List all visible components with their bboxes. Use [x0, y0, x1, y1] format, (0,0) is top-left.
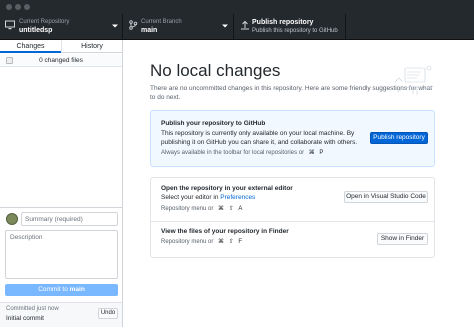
sidebar-tabs: Changes History	[0, 40, 122, 53]
monitor-icon	[5, 20, 15, 30]
finder-hint-text: Repository menu or	[161, 239, 214, 245]
app-window: Current Repository untitledsp Current Br…	[0, 0, 474, 327]
last-commit-message: Initial commit	[6, 315, 44, 322]
finder-card-title: View the files of your repository in Fin…	[161, 228, 289, 235]
shift-key-icon: ⇧	[228, 206, 234, 212]
editor-card-title: Open the repository in your external edi…	[161, 185, 293, 192]
changed-files-header: 0 changed files	[0, 54, 122, 67]
commit-button[interactable]: Commit to main	[5, 284, 118, 296]
commit-button-branch: main	[69, 286, 85, 293]
changed-files-count: 0 changed files	[39, 57, 83, 64]
current-repository-selector[interactable]: Current Repository untitledsp	[0, 14, 123, 40]
editor-hint-text: Repository menu or	[161, 206, 214, 212]
tab-history[interactable]: History	[61, 40, 122, 53]
branch-icon	[129, 20, 138, 30]
editor-card-text-prefix: Select your editor in	[161, 194, 219, 201]
commit-button-prefix: Commit to	[38, 286, 68, 293]
toolbar: Current Repository untitledsp Current Br…	[0, 14, 474, 40]
publish-card: Publish your repository to GitHub This r…	[150, 110, 435, 167]
suggestions-card: Open the repository in your external edi…	[150, 177, 435, 258]
a-key: A	[238, 206, 243, 212]
f-key: F	[238, 239, 243, 245]
undo-button[interactable]: Undo	[98, 308, 118, 319]
avatar	[6, 213, 18, 225]
finder-card-hint: Repository menu or ⌘ ⇧ F	[161, 238, 242, 245]
last-commit-panel: Committed just now Initial commit Undo	[0, 302, 122, 327]
card-divider	[151, 221, 434, 222]
repository-name: untitledsp	[19, 27, 53, 34]
publish-label: Publish repository	[252, 19, 314, 26]
publish-card-text: This repository is currently only availa…	[161, 130, 358, 146]
tab-changes[interactable]: Changes	[0, 40, 61, 53]
branch-label: Current Branch	[141, 19, 182, 25]
chevron-down-icon	[112, 24, 118, 28]
current-branch-selector[interactable]: Current Branch main	[123, 14, 234, 40]
show-in-finder-button[interactable]: Show in Finder	[377, 233, 428, 245]
sidebar: Changes History 0 changed files Summary …	[0, 40, 123, 327]
summary-input[interactable]: Summary (required)	[21, 212, 118, 226]
command-key-icon: ⌘	[308, 150, 315, 156]
repository-label: Current Repository	[19, 19, 70, 25]
publish-hint-text: Always available in the toolbar for loca…	[161, 150, 305, 156]
commit-panel: Summary (required) Description Commit to…	[0, 207, 122, 327]
command-key-icon: ⌘	[218, 206, 225, 212]
publish-repository-card-button[interactable]: Publish repository	[370, 132, 428, 144]
p-key: P	[319, 150, 324, 156]
upload-icon	[241, 20, 249, 30]
editor-card-text: Select your editor in Preferences	[161, 194, 255, 203]
description-input[interactable]: Description	[5, 230, 118, 279]
publish-card-title: Publish your repository to GitHub	[161, 120, 266, 127]
page-title: No local changes	[150, 61, 281, 80]
open-in-editor-button[interactable]: Open in Visual Studio Code	[344, 191, 428, 203]
title-bar	[0, 0, 474, 14]
main-panel: No local changes There are no uncommitte…	[123, 40, 474, 327]
editor-card-hint: Repository menu or ⌘ ⇧ A	[161, 205, 242, 212]
publish-card-hint: Always available in the toolbar for loca…	[161, 149, 323, 156]
preferences-link[interactable]: Preferences	[220, 194, 255, 201]
publish-repository-button[interactable]: Publish repository Publish this reposito…	[234, 14, 346, 40]
shift-key-icon: ⇧	[228, 239, 234, 245]
zoom-window-button[interactable]	[24, 4, 30, 10]
publish-sub: Publish this repository to GitHub	[252, 28, 338, 34]
branch-name: main	[141, 27, 158, 34]
last-commit-time: Committed just now	[6, 306, 59, 312]
command-key-icon: ⌘	[218, 239, 225, 245]
illustration-icon	[394, 65, 434, 95]
chevron-down-icon	[222, 24, 228, 28]
minimize-window-button[interactable]	[15, 4, 21, 10]
close-window-button[interactable]	[6, 4, 12, 10]
